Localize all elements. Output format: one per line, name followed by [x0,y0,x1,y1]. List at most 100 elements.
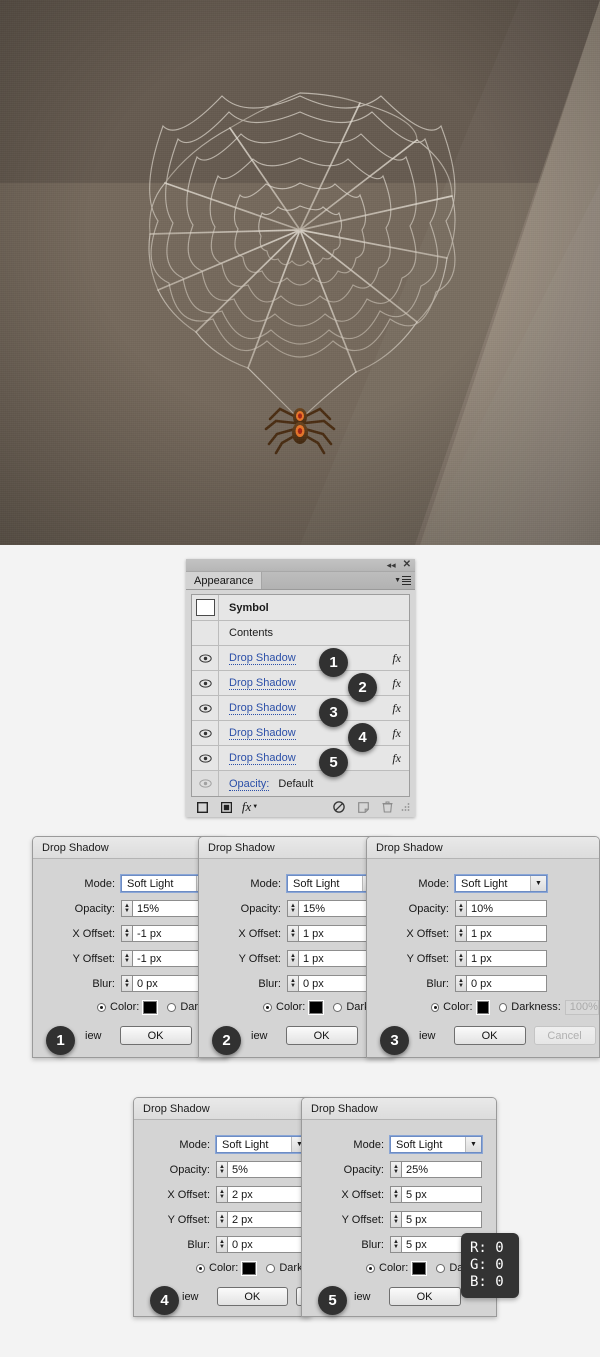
dialog-4-color-radio[interactable] [196,1263,205,1273]
dialog-1-blur-stepper[interactable]: ▲ ▼ [121,975,132,992]
dialog-5-color-swatch[interactable] [411,1260,428,1276]
dialog-3-blur-field[interactable]: 0 px [466,975,547,992]
visibility-toggle-4[interactable] [192,721,219,745]
appearance-row-drop-shadow-1[interactable]: Drop Shadow fx [192,646,409,671]
appearance-row-drop-shadow-5[interactable]: Drop Shadow fx [192,746,409,771]
dialog-5-xoffset-field[interactable]: 5 px [401,1186,482,1203]
appearance-row-symbol[interactable]: Symbol [192,595,409,621]
dialog-3-color-swatch[interactable] [475,999,491,1015]
dialog-1-color-radio[interactable] [97,1002,106,1012]
fx-badge-2[interactable]: fx [392,676,409,691]
effect-link-3[interactable]: Drop Shadow [229,702,296,715]
dialog-1-preview-label[interactable]: iew [85,1030,102,1042]
effect-link-2[interactable]: Drop Shadow [229,677,296,690]
dialog-3-cancel-button[interactable]: Cancel [533,1026,596,1045]
dialog-5-mode-select[interactable]: Soft Light ▼ [389,1135,483,1154]
dialog-4-mode-select[interactable]: Soft Light ▼ [215,1135,309,1154]
fx-badge-4[interactable]: fx [392,726,409,741]
dialog-1-color-swatch[interactable] [142,999,159,1015]
duplicate-item-icon[interactable] [351,801,375,813]
symbol-swatch-cell[interactable] [192,595,219,620]
appearance-row-opacity[interactable]: Opacity: Default [192,771,409,796]
visibility-toggle-opacity[interactable] [192,771,219,796]
collapse-panel-icon[interactable]: ◂◂ [387,560,396,570]
fx-badge-5[interactable]: fx [392,751,409,766]
dialog-4-ok-button[interactable]: OK [216,1287,289,1306]
dialog-4-opacity-field[interactable]: 5% [227,1161,308,1178]
dialog-3-opacity-stepper[interactable]: ▲ ▼ [455,900,466,917]
effect-link-4[interactable]: Drop Shadow [229,727,296,740]
dialog-4-blur-stepper[interactable]: ▲ ▼ [216,1236,227,1253]
dialog-4-darkness-radio[interactable] [266,1263,276,1273]
dialog-4-title: Drop Shadow [134,1098,310,1120]
clear-appearance-icon[interactable] [327,801,351,813]
drop-shadow-dialog-3[interactable]: Drop Shadow Mode: Soft Light ▼ Opacity: … [366,836,600,1058]
dialog-4-opacity-stepper[interactable]: ▲ ▼ [216,1161,227,1178]
dialog-5-preview-label[interactable]: iew [354,1291,371,1303]
tab-appearance[interactable]: Appearance [186,572,263,589]
dialog-2-yoffset-stepper[interactable]: ▲ ▼ [287,950,298,967]
dialog-2-preview-label[interactable]: iew [251,1030,268,1042]
dialog-3-xoffset-stepper[interactable]: ▲ ▼ [455,925,466,942]
drop-shadow-dialog-4[interactable]: Drop Shadow Mode: Soft Light ▼ Opacity: … [133,1097,311,1317]
dialog-1-ok-button[interactable]: OK [119,1026,192,1045]
dialog-2-xoffset-stepper[interactable]: ▲ ▼ [287,925,298,942]
dialog-5-ok-button[interactable]: OK [388,1287,461,1306]
dialog-4-blur-field[interactable]: 0 px [227,1236,308,1253]
delete-item-icon[interactable] [375,801,399,813]
dialog-5-yoffset-stepper[interactable]: ▲ ▼ [390,1211,401,1228]
dialog-2-blur-stepper[interactable]: ▲ ▼ [287,975,298,992]
visibility-toggle-3[interactable] [192,696,219,720]
dialog-4-color-swatch[interactable] [241,1260,258,1276]
visibility-toggle-2[interactable] [192,671,219,695]
visibility-toggle-1[interactable] [192,646,219,670]
effect-link-1[interactable]: Drop Shadow [229,652,296,665]
fx-badge-3[interactable]: fx [392,701,409,716]
dialog-3-color-radio[interactable] [431,1002,440,1012]
dialog-3-opacity-field[interactable]: 10% [466,900,547,917]
resize-grip-icon[interactable] [399,801,411,813]
dialog-1-xoffset-stepper[interactable]: ▲ ▼ [121,925,132,942]
dialog-4-yoffset-stepper[interactable]: ▲ ▼ [216,1211,227,1228]
dialog-4-xoffset-stepper[interactable]: ▲ ▼ [216,1186,227,1203]
panel-menu-icon[interactable]: ▼ [390,572,415,589]
dialog-2-darkness-radio[interactable] [333,1002,343,1012]
close-panel-icon[interactable]: ✕ [403,560,411,570]
dialog-5-color-radio[interactable] [366,1263,375,1273]
new-stroke-icon[interactable] [190,801,214,813]
dialog-3-yoffset-stepper[interactable]: ▲ ▼ [455,950,466,967]
opacity-link[interactable]: Opacity: [229,777,270,791]
appearance-row-contents[interactable]: Contents [192,621,409,646]
dialog-2-opacity-stepper[interactable]: ▲ ▼ [287,900,298,917]
dialog-3-title-text: Drop Shadow [376,841,443,854]
dialog-1-opacity-stepper[interactable]: ▲ ▼ [121,900,132,917]
dialog-1-yoffset-stepper[interactable]: ▲ ▼ [121,950,132,967]
drop-shadow-dialog-2[interactable]: Drop Shadow Mode: Soft Light ▼ Opacity: … [198,836,394,1058]
appearance-row-drop-shadow-3[interactable]: Drop Shadow fx [192,696,409,721]
dialog-5-darkness-radio[interactable] [436,1263,446,1273]
new-fill-icon[interactable] [214,801,238,813]
dialog-1-darkness-radio[interactable] [167,1002,177,1012]
fx-badge-1[interactable]: fx [392,651,409,666]
visibility-toggle-5[interactable] [192,746,219,770]
dialog-2-ok-button[interactable]: OK [285,1026,358,1045]
dialog-3-mode-select[interactable]: Soft Light ▼ [454,874,548,893]
dialog-3-blur-stepper[interactable]: ▲ ▼ [455,975,466,992]
dialog-3-preview-label[interactable]: iew [419,1030,436,1042]
dialog-2-color-swatch[interactable] [308,999,325,1015]
dialog-5-xoffset-stepper[interactable]: ▲ ▼ [390,1186,401,1203]
dialog-4-yoffset-field[interactable]: 2 px [227,1211,308,1228]
dialog-5-blur-stepper[interactable]: ▲ ▼ [390,1236,401,1253]
dialog-3-yoffset-field[interactable]: 1 px [466,950,547,967]
dialog-5-yoffset-field[interactable]: 5 px [401,1211,482,1228]
dialog-5-opacity-field[interactable]: 25% [401,1161,482,1178]
effect-link-5[interactable]: Drop Shadow [229,752,296,765]
dialog-4-preview-label[interactable]: iew [182,1291,199,1303]
dialog-4-xoffset-field[interactable]: 2 px [227,1186,308,1203]
dialog-3-ok-button[interactable]: OK [453,1026,526,1045]
dialog-2-color-radio[interactable] [263,1002,272,1012]
dialog-5-opacity-stepper[interactable]: ▲ ▼ [390,1161,401,1178]
add-effect-icon[interactable]: fx ▼ [238,799,262,815]
dialog-3-darkness-radio[interactable] [499,1002,508,1012]
dialog-3-xoffset-field[interactable]: 1 px [466,925,547,942]
